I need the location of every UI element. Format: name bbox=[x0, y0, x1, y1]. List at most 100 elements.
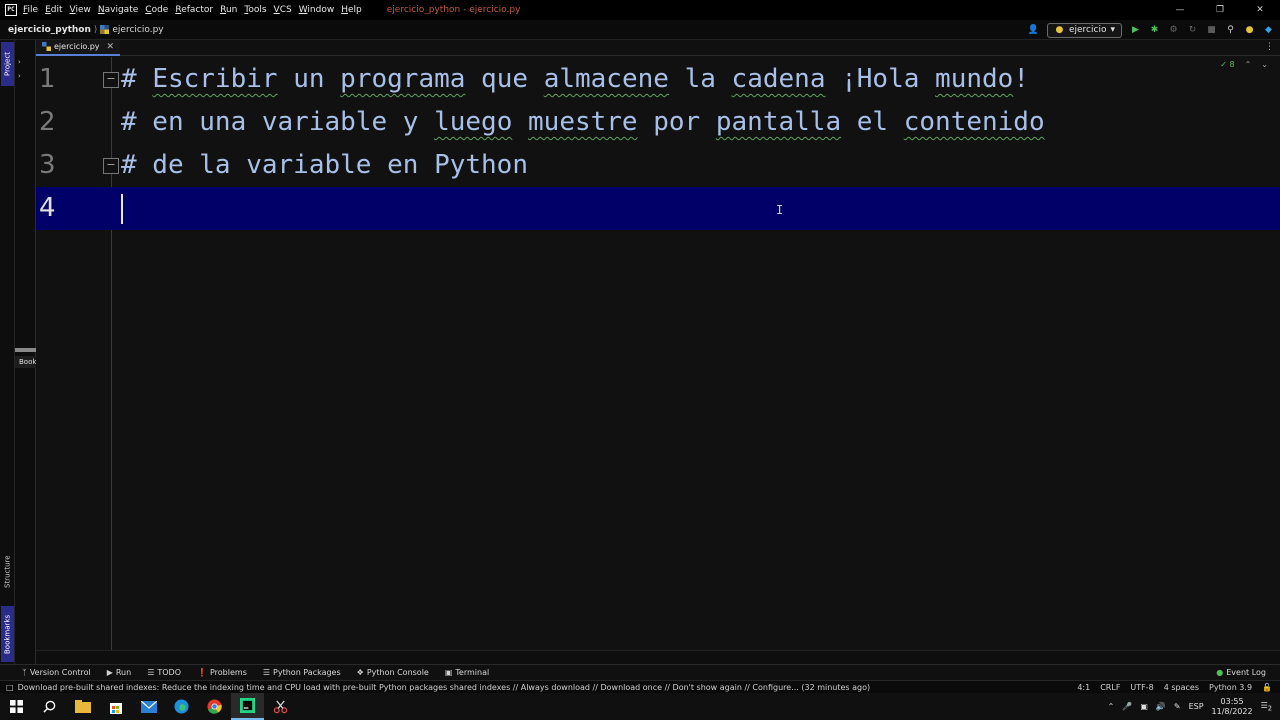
code-line[interactable]: 2 # en una variable y luego muestre por … bbox=[36, 101, 1280, 144]
stop-icon[interactable]: ■ bbox=[1206, 25, 1217, 36]
navigation-bar: ejercicio_python ⟩ ejercicio.py 👤 ● ejer… bbox=[0, 20, 1280, 40]
chrome-browser-icon[interactable] bbox=[198, 693, 231, 720]
windows-taskbar: ⌃ 🎤 ▣ 🔊 ✎ ESP 03:55 11/8/2022 ☰2 bbox=[0, 693, 1280, 720]
menu-tools[interactable]: Tools bbox=[244, 5, 266, 15]
status-window-icon: □ bbox=[6, 682, 14, 692]
close-window-icon[interactable]: ✕ bbox=[1240, 0, 1280, 20]
code-line[interactable]: 3 − # de la variable en Python bbox=[36, 144, 1280, 187]
python-file-icon bbox=[100, 25, 110, 34]
bookmarks-tool-tab[interactable]: Bookmarks bbox=[1, 606, 14, 662]
menu-view[interactable]: View bbox=[70, 5, 91, 15]
panel-splitter[interactable] bbox=[15, 348, 36, 352]
event-log-label: Event Log bbox=[1226, 668, 1266, 677]
status-message[interactable]: □ Download pre-built shared indexes: Red… bbox=[6, 683, 870, 692]
tree-expand-icon[interactable]: › bbox=[18, 72, 21, 80]
status-message-text: Download pre-built shared indexes: Reduc… bbox=[17, 682, 871, 692]
store-icon[interactable] bbox=[99, 693, 132, 720]
line-code: # Escribir un programa que almacene la c… bbox=[121, 64, 1029, 94]
menu-file[interactable]: File bbox=[23, 5, 38, 15]
close-tab-icon[interactable]: ✕ bbox=[107, 42, 115, 52]
pycharm-logo-icon: PC bbox=[5, 4, 17, 16]
coverage-icon[interactable]: ⚙ bbox=[1168, 25, 1179, 36]
fold-end-icon[interactable]: − bbox=[103, 158, 119, 174]
breadcrumb-file[interactable]: ejercicio.py bbox=[100, 24, 164, 35]
clock[interactable]: 03:55 11/8/2022 bbox=[1212, 697, 1253, 717]
inspection-widget[interactable]: ✓ 8 ⌃ ⌄ bbox=[1220, 60, 1268, 69]
mail-icon[interactable] bbox=[132, 693, 165, 720]
pycharm-taskbar-icon[interactable] bbox=[231, 693, 264, 720]
lock-icon[interactable]: 🔓 bbox=[1262, 683, 1272, 692]
inspection-count: 8 bbox=[1229, 60, 1235, 69]
restore-icon[interactable]: ❐ bbox=[1200, 0, 1240, 20]
profile-icon[interactable]: ↻ bbox=[1187, 25, 1198, 36]
breadcrumb-file-label: ejercicio.py bbox=[112, 24, 164, 35]
tool-todo[interactable]: ☰ TODO bbox=[147, 668, 181, 677]
typo-word: muestre bbox=[528, 107, 638, 137]
pen-icon[interactable]: ✎ bbox=[1174, 702, 1181, 711]
tool-version-control[interactable]: ᛉ Version Control bbox=[22, 668, 91, 677]
structure-tool-tab[interactable]: Structure bbox=[1, 548, 14, 596]
volume-icon[interactable]: 🔊 bbox=[1156, 702, 1166, 711]
tool-label: Terminal bbox=[455, 668, 490, 677]
minimize-icon[interactable]: — bbox=[1160, 0, 1200, 20]
window-controls: — ❐ ✕ bbox=[1160, 0, 1280, 20]
search-icon[interactable]: ⚲ bbox=[1225, 25, 1236, 36]
microphone-icon[interactable]: 🎤 bbox=[1122, 702, 1132, 711]
menu-code[interactable]: Code bbox=[145, 5, 168, 15]
project-tool-tab[interactable]: Project bbox=[1, 42, 14, 86]
menu-edit[interactable]: Edit bbox=[45, 5, 62, 15]
menu-refactor[interactable]: Refactor bbox=[175, 5, 213, 15]
network-icon[interactable]: ▣ bbox=[1140, 702, 1148, 711]
event-log-icon: ● bbox=[1216, 668, 1224, 677]
current-code-line[interactable]: 4 bbox=[36, 187, 1280, 230]
tool-python-packages[interactable]: ☰ Python Packages bbox=[263, 668, 341, 677]
tab-ejercicio-py[interactable]: ejercicio.py ✕ bbox=[36, 39, 121, 56]
inspection-status: ✓ 8 bbox=[1220, 60, 1235, 69]
windows-start-icon[interactable] bbox=[0, 693, 33, 720]
file-explorer-icon[interactable] bbox=[66, 693, 99, 720]
caret-position[interactable]: 4:1 bbox=[1077, 683, 1090, 692]
file-encoding[interactable]: UTF-8 bbox=[1130, 683, 1153, 692]
indent-setting[interactable]: 4 spaces bbox=[1164, 683, 1199, 692]
text-caret bbox=[121, 194, 123, 224]
notification-icon[interactable]: ☰2 bbox=[1261, 701, 1272, 713]
event-log-button[interactable]: ● Event Log bbox=[1216, 668, 1266, 677]
edge-browser-icon[interactable] bbox=[165, 693, 198, 720]
tool-problems[interactable]: ❗ Problems bbox=[197, 668, 247, 677]
jetbrains-toolbox-icon[interactable]: ◆ bbox=[1263, 25, 1274, 36]
snipping-tool-icon[interactable] bbox=[264, 693, 297, 720]
menu-run[interactable]: Run bbox=[220, 5, 237, 15]
horizontal-scrollbar[interactable] bbox=[36, 650, 1280, 664]
tool-terminal[interactable]: ▣ Terminal bbox=[445, 668, 489, 677]
typo-word: contenido bbox=[903, 107, 1045, 137]
python-interpreter[interactable]: Python 3.9 bbox=[1209, 683, 1252, 692]
search-icon[interactable] bbox=[33, 693, 66, 720]
chevron-up-icon[interactable]: ⌃ bbox=[1108, 702, 1115, 711]
fold-collapse-icon[interactable]: − bbox=[103, 72, 119, 88]
inspection-down-icon[interactable]: ⌄ bbox=[1261, 60, 1268, 69]
menu-navigate[interactable]: Navigate bbox=[98, 5, 138, 15]
tool-run[interactable]: ▶ Run bbox=[107, 668, 132, 677]
ide-features-icon[interactable]: ● bbox=[1244, 25, 1255, 36]
menu-window[interactable]: Window bbox=[299, 5, 335, 15]
tree-expand-icon[interactable]: › bbox=[18, 58, 21, 66]
menu-help[interactable]: Help bbox=[341, 5, 362, 15]
code-editor[interactable]: 1 − # Escribir un programa que almacene … bbox=[36, 57, 1280, 650]
inspection-up-icon[interactable]: ⌃ bbox=[1245, 60, 1252, 69]
menu-vcs[interactable]: VCS bbox=[274, 5, 292, 15]
run-configuration-select[interactable]: ● ejercicio ▾ bbox=[1046, 22, 1122, 38]
code-line[interactable]: 1 − # Escribir un programa que almacene … bbox=[36, 58, 1280, 101]
run-icon[interactable]: ▶ bbox=[1130, 25, 1141, 36]
line-separator[interactable]: CRLF bbox=[1100, 683, 1120, 692]
breadcrumb-project[interactable]: ejercicio_python bbox=[8, 25, 91, 35]
user-icon[interactable]: 👤 bbox=[1028, 25, 1039, 36]
language-indicator[interactable]: ESP bbox=[1189, 702, 1204, 711]
chevron-down-icon: ▾ bbox=[1110, 25, 1115, 35]
python-console-icon: ❖ bbox=[356, 668, 364, 677]
left-tool-strip: Project Structure Bookmarks bbox=[0, 40, 15, 664]
line-code: # en una variable y luego muestre por pa… bbox=[121, 107, 1045, 137]
debug-icon[interactable]: ✱ bbox=[1149, 25, 1160, 36]
tool-python-console[interactable]: ❖ Python Console bbox=[357, 668, 429, 677]
line-number: 3 bbox=[39, 150, 56, 180]
more-tabs-icon[interactable]: ⋮ bbox=[1265, 42, 1274, 52]
